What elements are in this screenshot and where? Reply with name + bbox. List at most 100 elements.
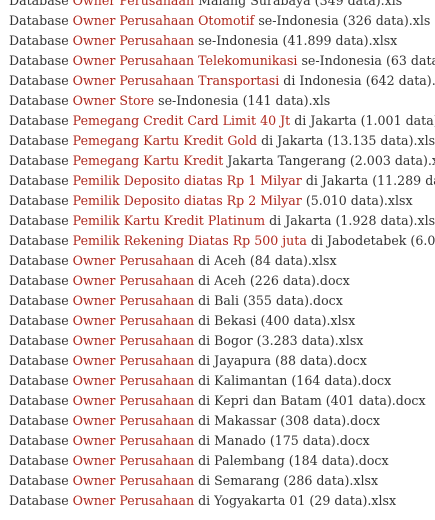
database-link[interactable]: Owner Perusahaan	[73, 333, 194, 348]
item-description: di Yogyakarta 01 (29 data).xlsx	[194, 493, 397, 508]
database-link[interactable]: Pemegang Kartu Kredit	[73, 153, 224, 168]
item-description: di Jakarta (1.928 data).xlsx	[265, 213, 435, 228]
list-item: Database Pemegang Kartu Kredit Jakarta T…	[0, 151, 435, 171]
list-item: Database Pemegang Kartu Kredit Gold di J…	[0, 131, 435, 151]
list-item: Database Owner Perusahaan di Bogor (3.28…	[0, 331, 435, 351]
database-link[interactable]: Owner Perusahaan	[73, 313, 194, 328]
item-prefix: Database	[9, 153, 73, 168]
item-prefix: Database	[9, 373, 73, 388]
item-description: di Jayapura (88 data).docx	[194, 353, 367, 368]
item-prefix: Database	[9, 233, 73, 248]
list-item: Database Owner Perusahaan di Aceh (84 da…	[0, 251, 435, 271]
item-prefix: Database	[9, 353, 73, 368]
item-description: di Jakarta (11.289 data	[305, 173, 435, 188]
item-description: di Indonesia (642 data).xls	[283, 73, 435, 88]
item-prefix: Database	[9, 13, 73, 28]
item-description: di Bali (355 data).docx	[194, 293, 343, 308]
list-item: Database Owner Perusahaan Transportasi d…	[0, 71, 435, 91]
list-item: Database Owner Perusahaan Malang Surabay…	[0, 0, 435, 11]
item-prefix: Database	[9, 133, 73, 148]
database-link[interactable]: Pemilik Rekening Diatas Rp 500 juta	[73, 233, 307, 248]
list-item: Database Owner Perusahaan di Kalimantan …	[0, 371, 435, 391]
database-link[interactable]: Pemilik Kartu Kredit Platinum	[73, 213, 265, 228]
database-link[interactable]: Owner Perusahaan	[73, 353, 194, 368]
database-link[interactable]: Owner Store	[73, 93, 154, 108]
item-description: se-Indonesia (326 data).xls	[254, 13, 431, 28]
database-link[interactable]: Owner Perusahaan Otomotif	[73, 13, 255, 28]
database-link[interactable]: Owner Perusahaan	[73, 493, 194, 508]
database-link[interactable]: Pemegang Credit Card Limit 40 Jt	[73, 113, 291, 128]
item-prefix: Database	[9, 313, 73, 328]
database-link[interactable]: Pemilik Deposito diatas Rp 1 Milyar	[73, 173, 302, 188]
item-description: Malang Surabaya (349 data).xls	[194, 0, 403, 8]
database-list: Database Owner Perusahaan Malang Surabay…	[0, 0, 435, 511]
list-item: Database Owner Perusahaan di Semarang (2…	[0, 471, 435, 491]
item-prefix: Database	[9, 253, 73, 268]
database-link[interactable]: Owner Perusahaan Telekomunikasi	[73, 53, 298, 68]
item-prefix: Database	[9, 333, 73, 348]
database-link[interactable]: Owner Perusahaan	[73, 453, 194, 468]
item-prefix: Database	[9, 213, 73, 228]
list-item: Database Owner Perusahaan di Jayapura (8…	[0, 351, 435, 371]
item-prefix: Database	[9, 193, 73, 208]
database-link[interactable]: Owner Perusahaan	[73, 253, 194, 268]
list-item: Database Owner Perusahaan di Kepri dan B…	[0, 391, 435, 411]
item-prefix: Database	[9, 473, 73, 488]
database-link[interactable]: Owner Perusahaan	[73, 273, 194, 288]
item-prefix: Database	[9, 0, 73, 8]
item-prefix: Database	[9, 33, 73, 48]
item-description: di Bekasi (400 data).xlsx	[194, 313, 356, 328]
list-item: Database Pemilik Deposito diatas Rp 2 Mi…	[0, 191, 435, 211]
item-prefix: Database	[9, 453, 73, 468]
database-link[interactable]: Owner Perusahaan Transportasi	[73, 73, 280, 88]
list-item: Database Owner Perusahaan Otomotif se-In…	[0, 11, 435, 31]
item-prefix: Database	[9, 273, 73, 288]
list-item: Database Pemegang Credit Card Limit 40 J…	[0, 111, 435, 131]
database-link[interactable]: Owner Perusahaan	[73, 33, 194, 48]
database-link[interactable]: Owner Perusahaan	[73, 373, 194, 388]
item-description: di Jabodetabek (6.007	[310, 233, 435, 248]
database-link[interactable]: Owner Perusahaan	[73, 433, 194, 448]
item-description: se-Indonesia (141 data).xls	[154, 93, 331, 108]
list-item: Database Owner Perusahaan se-Indonesia (…	[0, 31, 435, 51]
item-description: Jakarta Tangerang (2.003 data).xls	[223, 153, 435, 168]
list-item: Database Owner Perusahaan di Aceh (226 d…	[0, 271, 435, 291]
item-description: di Kepri dan Batam (401 data).docx	[194, 393, 426, 408]
database-link[interactable]: Owner Perusahaan	[73, 473, 194, 488]
item-description: di Bogor (3.283 data).xlsx	[194, 333, 364, 348]
item-prefix: Database	[9, 393, 73, 408]
database-link[interactable]: Pemegang Kartu Kredit Gold	[73, 133, 257, 148]
item-description: se-Indonesia (41.899 data).xlsx	[194, 33, 398, 48]
list-item: Database Owner Perusahaan di Bekasi (400…	[0, 311, 435, 331]
item-description: di Aceh (84 data).xlsx	[194, 253, 337, 268]
item-prefix: Database	[9, 293, 73, 308]
item-prefix: Database	[9, 113, 73, 128]
list-item: Database Pemilik Rekening Diatas Rp 500 …	[0, 231, 435, 251]
list-item: Database Owner Perusahaan di Makassar (3…	[0, 411, 435, 431]
item-description: di Semarang (286 data).xlsx	[194, 473, 379, 488]
item-prefix: Database	[9, 413, 73, 428]
item-prefix: Database	[9, 93, 73, 108]
item-description: di Kalimantan (164 data).docx	[194, 373, 392, 388]
database-link[interactable]: Owner Perusahaan	[73, 293, 194, 308]
item-description: di Jakarta (1.001 data).xl	[294, 113, 435, 128]
database-link[interactable]: Owner Perusahaan	[73, 393, 194, 408]
item-description: di Makassar (308 data).docx	[194, 413, 380, 428]
list-item: Database Pemilik Deposito diatas Rp 1 Mi…	[0, 171, 435, 191]
item-description: (5.010 data).xlsx	[301, 193, 413, 208]
item-prefix: Database	[9, 173, 73, 188]
list-item: Database Owner Perusahaan di Manado (175…	[0, 431, 435, 451]
list-item: Database Owner Perusahaan di Bali (355 d…	[0, 291, 435, 311]
item-description: di Palembang (184 data).docx	[194, 453, 389, 468]
database-link[interactable]: Pemilik Deposito diatas Rp 2 Milyar	[73, 193, 302, 208]
item-description: di Aceh (226 data).docx	[194, 273, 350, 288]
item-prefix: Database	[9, 53, 73, 68]
item-prefix: Database	[9, 73, 73, 88]
item-description: se-Indonesia (63 data).x	[301, 53, 435, 68]
item-prefix: Database	[9, 433, 73, 448]
database-link[interactable]: Owner Perusahaan	[73, 413, 194, 428]
list-item: Database Pemilik Kartu Kredit Platinum d…	[0, 211, 435, 231]
item-description: di Jakarta (13.135 data).xlsx	[257, 133, 435, 148]
database-link[interactable]: Owner Perusahaan	[73, 0, 194, 8]
list-item: Database Owner Store se-Indonesia (141 d…	[0, 91, 435, 111]
